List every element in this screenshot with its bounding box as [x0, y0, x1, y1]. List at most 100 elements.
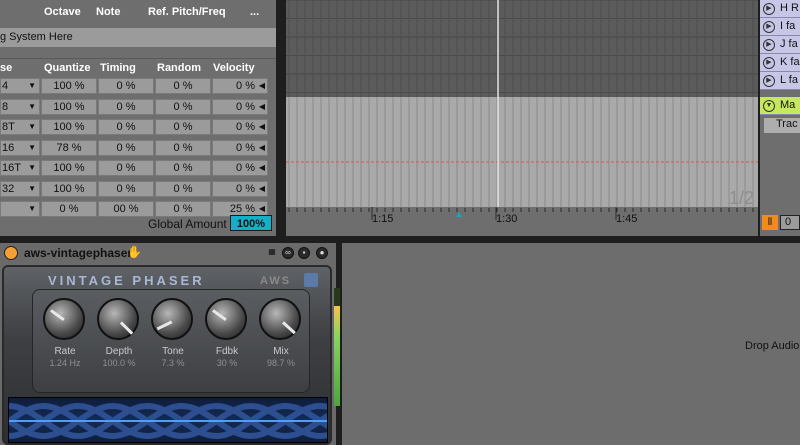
track-name: Ma: [780, 99, 796, 111]
velocity-field[interactable]: 0 %: [212, 119, 268, 135]
track-play-icon[interactable]: ▶: [763, 3, 775, 15]
random-field[interactable]: 0 %: [155, 201, 211, 217]
knob-rate[interactable]: Rate 1.24 Hz: [39, 296, 91, 392]
base-field[interactable]: 8T: [0, 119, 40, 135]
knob-label: Mix: [273, 346, 289, 357]
track-name: K fa: [780, 56, 800, 68]
random-field[interactable]: 0 %: [155, 119, 211, 135]
random-field[interactable]: 0 %: [155, 180, 211, 197]
velocity-field[interactable]: 0 %: [212, 160, 268, 176]
time-label: 1:30: [496, 213, 518, 225]
base-field[interactable]: 4: [0, 78, 40, 94]
calendar-icon[interactable]: ▦: [266, 247, 278, 259]
knob-value: 1.24 Hz: [49, 358, 81, 368]
arrangement-view[interactable]: 1/2 1:15 1:30 1:45: [286, 0, 758, 236]
knob-tone[interactable]: Tone 7.3 %: [147, 296, 199, 392]
velocity-field[interactable]: 0 %: [212, 139, 268, 156]
quantize-field[interactable]: 100 %: [41, 78, 97, 94]
groove-row: 32100 %0 %0 %0 %: [0, 180, 276, 199]
track-play-icon[interactable]: ▶: [763, 75, 775, 87]
waveform-icon[interactable]: ⫴: [762, 215, 778, 230]
global-amount-label: Global Amount: [148, 217, 227, 231]
quantize-field[interactable]: 100 %: [41, 180, 97, 197]
track-play-icon[interactable]: ▶: [763, 39, 775, 51]
track-h[interactable]: ▶ H R: [760, 0, 800, 18]
random-field[interactable]: 0 %: [155, 98, 211, 115]
knob-fdbk[interactable]: Fdbk 30 %: [201, 296, 253, 392]
track-name: L fa: [780, 74, 798, 86]
groove-panel: Octave Note Ref. Pitch/Freq ... g System…: [0, 0, 276, 236]
quantize-field[interactable]: 78 %: [41, 139, 97, 156]
knob-depth[interactable]: Depth 100.0 %: [93, 296, 145, 392]
knob-label: Depth: [105, 346, 133, 357]
drop-zone[interactable]: Drop Audio: [342, 243, 800, 445]
timing-field[interactable]: 0 %: [98, 98, 154, 115]
base-field[interactable]: 16T: [0, 160, 40, 176]
timing-field[interactable]: 0 %: [98, 119, 154, 135]
quantize-field[interactable]: 100 %: [41, 160, 97, 176]
timing-field[interactable]: 0 %: [98, 160, 154, 176]
track-sub-lane[interactable]: Trac: [764, 118, 800, 133]
groove-row: 8100 %0 %0 %0 %: [0, 98, 276, 117]
track-i[interactable]: ▶ I fa: [760, 18, 800, 36]
track-play-icon[interactable]: ▶: [763, 57, 775, 69]
knob-dial[interactable]: [43, 298, 85, 340]
device-title-bar: aws-vintagephaser ✋ ▦ ∞ ▪ ●: [0, 243, 336, 263]
quantize-field[interactable]: 100 %: [41, 119, 97, 135]
brand-logo-icon: [304, 273, 318, 287]
velocity-column-header: Velocity: [213, 62, 255, 74]
base-column-header: se: [0, 62, 13, 74]
base-field[interactable]: 8: [0, 98, 40, 115]
groove-column-headers: se Quantize Timing Random Velocity: [0, 58, 276, 76]
device-power-button[interactable]: [4, 246, 18, 260]
base-field[interactable]: 32: [0, 180, 40, 197]
global-amount-field[interactable]: 100%: [230, 215, 272, 231]
random-field[interactable]: 0 %: [155, 139, 211, 156]
knob-mix[interactable]: Mix 98.7 %: [255, 296, 307, 392]
knob-dial[interactable]: [259, 298, 301, 340]
track-master[interactable]: ▼ Ma: [760, 97, 800, 115]
ref-pitch-header: Ref. Pitch/Freq: [148, 6, 226, 18]
knob-dial[interactable]: [205, 298, 247, 340]
quantize-field[interactable]: 0 %: [41, 201, 97, 217]
track-j[interactable]: ▶ J fa: [760, 36, 800, 54]
base-field[interactable]: 16: [0, 139, 40, 156]
knob-dial[interactable]: [151, 298, 193, 340]
bottom-value-field[interactable]: 0: [780, 215, 800, 230]
arrangement-grid[interactable]: [286, 0, 758, 236]
knob-value: 30 %: [216, 358, 238, 368]
tuning-header: Octave Note Ref. Pitch/Freq ...: [0, 6, 276, 26]
knob-label: Fdbk: [215, 346, 239, 357]
track-l[interactable]: ▶ L fa: [760, 72, 800, 90]
random-field[interactable]: 0 %: [155, 78, 211, 94]
track-name: J fa: [780, 38, 798, 50]
timing-field[interactable]: 00 %: [98, 201, 154, 217]
velocity-field[interactable]: 0 %: [212, 180, 268, 197]
page-indicator: 1/2: [728, 188, 754, 208]
track-k[interactable]: ▶ K fa: [760, 54, 800, 72]
time-label: 1:45: [616, 213, 638, 225]
close-icon[interactable]: ●: [316, 247, 328, 259]
level-meter: [334, 288, 340, 406]
tuning-system-field[interactable]: g System Here: [0, 28, 276, 47]
save-icon[interactable]: ▪: [298, 247, 310, 259]
timing-column-header: Timing: [100, 62, 136, 74]
knob-dial[interactable]: [97, 298, 139, 340]
link-icon[interactable]: ∞: [282, 247, 294, 259]
more-options-button[interactable]: ...: [250, 6, 259, 18]
track-play-icon[interactable]: ▶: [763, 21, 775, 33]
meter-fill: [334, 305, 340, 406]
base-field[interactable]: [0, 201, 40, 217]
timing-field[interactable]: 0 %: [98, 180, 154, 197]
velocity-field[interactable]: 0 %: [212, 78, 268, 94]
random-field[interactable]: 0 %: [155, 160, 211, 176]
waveform-display: [8, 397, 328, 443]
note-header: Note: [96, 6, 121, 18]
timing-field[interactable]: 0 %: [98, 139, 154, 156]
timing-field[interactable]: 0 %: [98, 78, 154, 94]
device-rack: aws-vintagephaser ✋ ▦ ∞ ▪ ● VINTAGE PHAS…: [0, 243, 336, 445]
velocity-field[interactable]: 0 %: [212, 98, 268, 115]
quantize-field[interactable]: 100 %: [41, 98, 97, 115]
track-name: H R: [780, 2, 799, 14]
track-fold-icon[interactable]: ▼: [763, 100, 775, 112]
